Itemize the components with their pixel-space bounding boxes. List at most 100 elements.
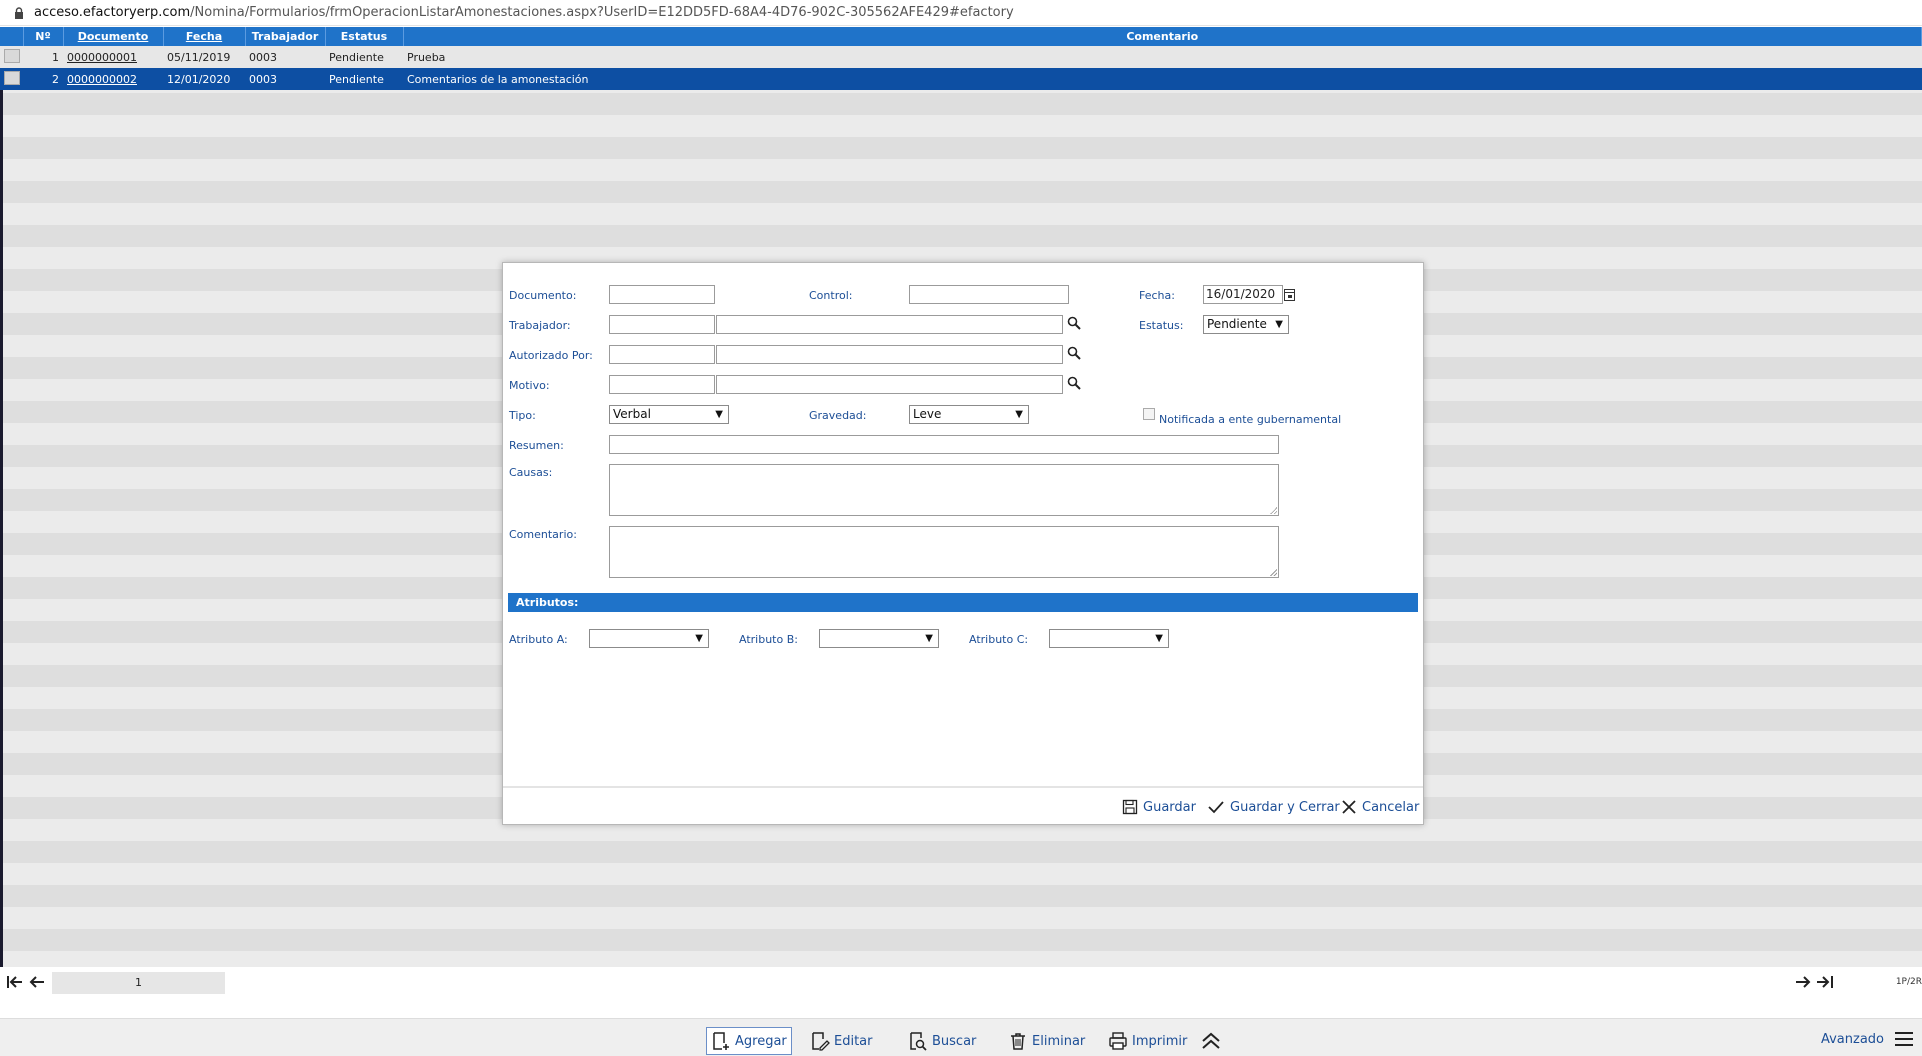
header-estatus: Estatus [325,27,404,46]
fecha-label: Fecha: [1139,289,1175,302]
imprimir-button[interactable]: Imprimir [1108,1027,1187,1055]
guardar-button[interactable]: Guardar [1122,799,1196,815]
trabajador-name-input[interactable] [716,315,1063,334]
lock-icon [12,6,26,20]
causas-textarea[interactable] [609,464,1279,516]
row-checkbox[interactable] [4,48,20,63]
documento-label: Documento: [509,289,577,302]
notificada-checkbox[interactable] [1143,408,1155,420]
agregar-button[interactable]: Agregar [706,1027,792,1055]
row-number: 1 [23,46,63,68]
row-documento-link[interactable]: 0000000001 [63,46,163,68]
pager: 1 1P/2R [0,968,1922,998]
resumen-input[interactable] [609,435,1279,454]
header-select [0,27,24,46]
editar-label: Editar [834,1033,873,1049]
header-fecha[interactable]: Fecha [163,27,246,46]
header-documento[interactable]: Documento [63,27,164,46]
resize-handle-icon[interactable] [1270,507,1277,514]
imprimir-label: Imprimir [1132,1033,1188,1049]
buscar-label: Buscar [932,1033,977,1049]
tipo-select[interactable]: Verbal ▼ [609,405,729,424]
save-icon [1122,799,1138,815]
table-row-selected[interactable]: 2 0000000002 12/01/2020 0003 Pendiente C… [0,68,1922,90]
eliminar-button[interactable]: Eliminar [1008,1027,1085,1055]
control-label: Control: [809,289,853,302]
calendar-icon[interactable] [1284,289,1295,301]
gravedad-select[interactable]: Leve ▼ [909,405,1029,424]
dropdown-arrow-icon: ▼ [1155,633,1163,644]
atributo-b-select[interactable]: ▼ [819,629,939,648]
guardar-cerrar-button[interactable]: Guardar y Cerrar [1207,799,1340,815]
page-number-input[interactable]: 1 [52,972,225,994]
autorizado-search-icon[interactable] [1067,346,1081,363]
records-table: Nº Documento Fecha Trabajador Estatus Co… [0,27,1922,90]
row-documento-link[interactable]: 0000000002 [63,68,163,90]
atributo-c-select[interactable]: ▼ [1049,629,1169,648]
motivo-search-icon[interactable] [1067,376,1081,393]
url-text: acceso.efactoryerp.com/Nomina/Formulario… [34,5,1014,20]
atributo-a-select[interactable]: ▼ [589,629,709,648]
check-icon [1208,801,1224,814]
row-checkbox-cell[interactable] [0,68,23,90]
row-fecha: 05/11/2019 [163,46,245,68]
estatus-select[interactable]: Pendiente ▼ [1203,315,1289,334]
trabajador-label: Trabajador: [509,319,571,332]
autorizado-code-input[interactable] [609,345,715,364]
control-input[interactable] [909,285,1069,304]
autorizado-name-input[interactable] [716,345,1063,364]
fecha-input[interactable]: 16/01/2020 [1203,285,1283,304]
row-checkbox[interactable] [4,70,20,85]
dropdown-arrow-icon: ▼ [1015,409,1023,420]
header-numero: Nº [23,27,64,46]
address-bar[interactable]: acceso.efactoryerp.com/Nomina/Formulario… [0,0,1922,26]
estatus-label: Estatus: [1139,319,1184,332]
row-comentario: Prueba [403,46,1922,68]
collapse-toolbar-button[interactable] [1200,1027,1222,1055]
editar-button[interactable]: Editar [810,1027,873,1055]
comentario-textarea[interactable] [609,526,1279,578]
trabajador-search-icon[interactable] [1067,316,1081,333]
documento-input[interactable] [609,285,715,304]
tipo-value: Verbal [613,407,651,421]
guardar-label: Guardar [1143,799,1196,815]
next-page-icon[interactable] [1794,974,1812,995]
close-icon [1342,800,1356,814]
avanzado-button[interactable]: Avanzado [1821,1031,1914,1047]
table-header-row: Nº Documento Fecha Trabajador Estatus Co… [0,27,1922,46]
dropdown-arrow-icon: ▼ [1275,319,1283,330]
row-comentario: Comentarios de la amonestación [403,68,1922,90]
row-fecha: 12/01/2020 [163,68,245,90]
edit-icon [812,1032,830,1051]
motivo-name-input[interactable] [716,375,1063,394]
resize-handle-icon[interactable] [1270,569,1277,576]
motivo-code-input[interactable] [609,375,715,394]
search-document-icon [910,1032,927,1051]
gravedad-value: Leve [913,407,942,421]
row-checkbox-cell[interactable] [0,46,23,68]
previous-page-icon[interactable] [28,974,46,995]
cancelar-label: Cancelar [1362,799,1420,815]
estatus-value: Pendiente [1207,317,1267,331]
header-comentario: Comentario [403,27,1922,46]
tipo-label: Tipo: [509,409,536,422]
atributo-c-label: Atributo C: [969,633,1029,646]
eliminar-label: Eliminar [1032,1033,1086,1049]
row-trabajador: 0003 [245,68,325,90]
bottom-toolbar: Agregar Editar Buscar Eliminar Imprimir … [0,1018,1922,1056]
header-trabajador: Trabajador [245,27,326,46]
comentario-label: Comentario: [509,528,577,541]
buscar-button[interactable]: Buscar [908,1027,976,1055]
trabajador-code-input[interactable] [609,315,715,334]
first-page-icon[interactable] [6,974,24,995]
autorizado-label: Autorizado Por: [509,349,593,362]
gravedad-label: Gravedad: [809,409,867,422]
motivo-label: Motivo: [509,379,550,392]
row-estatus: Pendiente [325,68,403,90]
atributo-a-label: Atributo A: [509,633,568,646]
row-trabajador: 0003 [245,46,325,68]
table-row[interactable]: 1 0000000001 05/11/2019 0003 Pendiente P… [0,46,1922,68]
cancelar-button[interactable]: Cancelar [1341,799,1419,815]
add-document-icon [713,1032,729,1050]
last-page-icon[interactable] [1816,974,1834,995]
